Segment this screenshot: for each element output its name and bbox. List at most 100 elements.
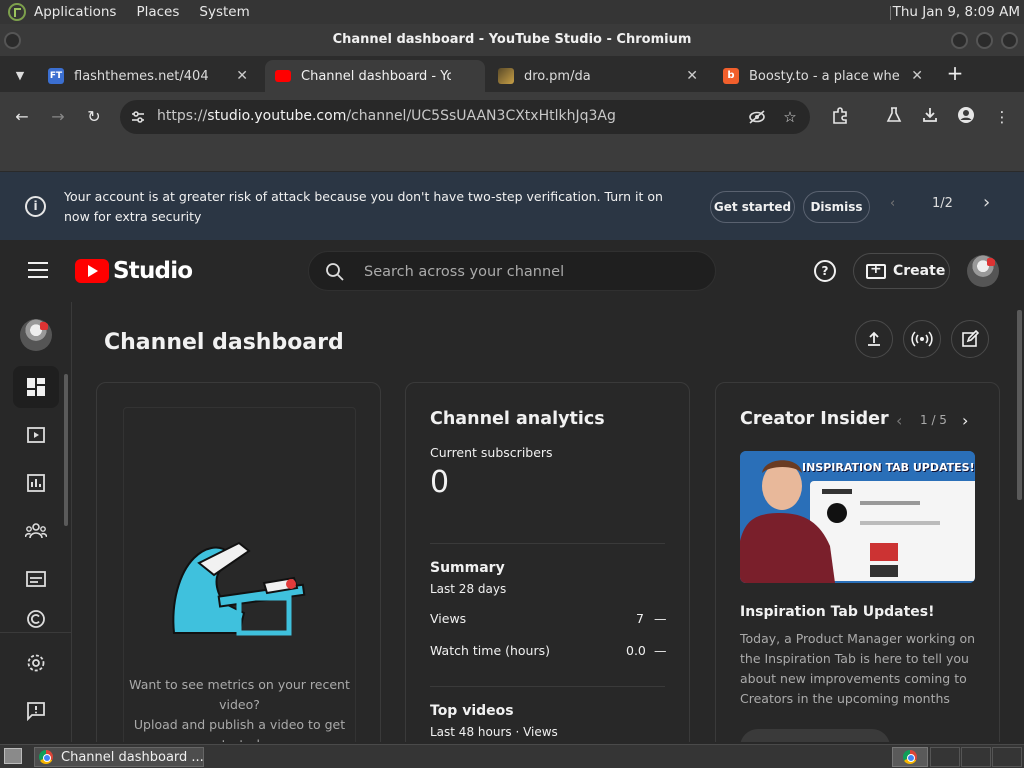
flashthemes-favicon-icon: FT bbox=[48, 68, 64, 84]
tab-boosty[interactable]: b Boosty.to - a place where creators ✕ bbox=[713, 60, 935, 92]
show-desktop-icon[interactable] bbox=[4, 748, 22, 764]
insider-video-title[interactable]: Inspiration Tab Updates! bbox=[740, 604, 934, 620]
profile-icon[interactable] bbox=[955, 106, 977, 128]
tab-label: dro.pm/da bbox=[524, 68, 591, 84]
upload-video-card: Want to see metrics on your recent video… bbox=[96, 382, 381, 742]
forward-arrow-icon[interactable]: → bbox=[47, 106, 69, 128]
close-tab-icon[interactable]: ✕ bbox=[686, 68, 698, 84]
analytics-title: Channel analytics bbox=[430, 409, 605, 429]
watch-on-youtube-button[interactable] bbox=[740, 729, 890, 742]
sidebar-divider bbox=[0, 632, 72, 633]
dismiss-button[interactable]: Dismiss bbox=[803, 191, 870, 223]
sidebar-item-copyright[interactable] bbox=[13, 606, 59, 632]
sidebar-item-subtitles[interactable] bbox=[13, 558, 59, 600]
workspace-3[interactable] bbox=[961, 747, 991, 767]
sidebar-item-community[interactable] bbox=[13, 510, 59, 552]
main-scrollbar[interactable] bbox=[1017, 310, 1022, 500]
search-icon bbox=[326, 263, 344, 281]
os-menu-places[interactable]: Places bbox=[136, 4, 179, 20]
banner-next-icon[interactable]: › bbox=[983, 192, 990, 213]
back-arrow-icon[interactable]: ← bbox=[11, 106, 33, 128]
channel-avatar[interactable] bbox=[20, 319, 52, 351]
divider bbox=[430, 543, 665, 544]
create-post-button[interactable] bbox=[951, 320, 989, 358]
youtube-favicon-icon bbox=[275, 70, 291, 82]
workspace-2[interactable] bbox=[930, 747, 960, 767]
upload-icon bbox=[868, 331, 880, 346]
tab-youtube-studio[interactable]: Channel dashboard - YouTube Studio bbox=[265, 60, 485, 92]
os-taskbar: Channel dashboard ... bbox=[0, 744, 1024, 768]
create-button[interactable]: Create bbox=[853, 253, 950, 289]
browser-menu-icon[interactable]: ⋮ bbox=[991, 106, 1013, 128]
sidebar-scrollbar[interactable] bbox=[64, 374, 68, 526]
insider-next-icon[interactable]: › bbox=[962, 411, 968, 430]
metric-label-watch-time: Watch time (hours) bbox=[430, 643, 551, 658]
summary-title: Summary bbox=[430, 560, 505, 576]
youtube-studio-logo[interactable]: Studio bbox=[75, 257, 193, 285]
window-titlebar: Channel dashboard - YouTube Studio - Chr… bbox=[0, 24, 1024, 56]
sidebar-item-dashboard[interactable] bbox=[13, 366, 59, 408]
top-videos-title: Top videos bbox=[430, 703, 514, 719]
logo-text: Studio bbox=[113, 258, 193, 284]
os-menu-system[interactable]: System bbox=[199, 4, 249, 20]
tab-search-chevron-icon[interactable]: ▼ bbox=[8, 64, 32, 88]
banner-pager: 1/2 bbox=[932, 196, 953, 211]
tab-dro-pm[interactable]: dro.pm/da ✕ bbox=[488, 60, 710, 92]
window-menu-button[interactable] bbox=[4, 32, 21, 49]
url-text[interactable]: https://studio.youtube.com/channel/UC5Ss… bbox=[157, 108, 616, 124]
info-icon: i bbox=[25, 196, 46, 217]
new-tab-button[interactable]: + bbox=[944, 62, 966, 84]
insider-video-thumbnail[interactable]: INSPIRATION TAB UPDATES! bbox=[740, 451, 975, 583]
content-play-icon bbox=[27, 427, 45, 443]
site-settings-icon[interactable] bbox=[130, 109, 146, 125]
workspace-4[interactable] bbox=[992, 747, 1022, 767]
sidebar-item-feedback[interactable] bbox=[13, 690, 59, 732]
workspace-switcher[interactable] bbox=[892, 747, 928, 767]
left-sidebar bbox=[0, 302, 72, 742]
download-icon[interactable] bbox=[919, 106, 941, 128]
get-started-button[interactable]: Get started bbox=[710, 191, 795, 223]
help-icon[interactable]: ? bbox=[814, 260, 836, 282]
thumbnail-caption: INSPIRATION TAB UPDATES! bbox=[802, 461, 975, 474]
close-window-button[interactable] bbox=[1001, 32, 1018, 49]
maximize-button[interactable] bbox=[976, 32, 993, 49]
os-logo-icon[interactable] bbox=[8, 3, 26, 21]
browser-toolbar: ← → ↻ https://studio.youtube.com/channel… bbox=[0, 92, 1024, 142]
taskbar-item-label: Channel dashboard ... bbox=[61, 749, 204, 765]
extensions-icon[interactable] bbox=[829, 106, 851, 128]
upload-button[interactable] bbox=[855, 320, 893, 358]
upload-prompt-line1: Want to see metrics on your recent video… bbox=[129, 677, 350, 712]
upload-prompt: Want to see metrics on your recent video… bbox=[121, 675, 358, 742]
search-box[interactable] bbox=[308, 251, 716, 291]
os-menu-applications[interactable]: Applications bbox=[34, 4, 116, 20]
insider-pager: 1 / 5 bbox=[920, 413, 947, 427]
subscribers-count: 0 bbox=[430, 465, 450, 500]
bookmark-star-icon[interactable]: ☆ bbox=[781, 108, 799, 126]
banner-prev-icon[interactable]: ‹ bbox=[890, 196, 895, 211]
go-live-button[interactable] bbox=[903, 320, 941, 358]
account-avatar[interactable] bbox=[967, 255, 999, 287]
upload-illustration-icon bbox=[172, 541, 306, 636]
sidebar-item-content[interactable] bbox=[13, 414, 59, 456]
insider-prev-icon[interactable]: ‹ bbox=[896, 411, 902, 430]
hamburger-menu-icon[interactable] bbox=[28, 262, 48, 278]
close-tab-icon[interactable]: ✕ bbox=[236, 68, 248, 84]
tab-flashthemes[interactable]: FT flashthemes.net/404 ✕ bbox=[38, 60, 260, 92]
os-clock[interactable]: Thu Jan 9, 8:09 AM bbox=[893, 4, 1020, 20]
taskbar-window-chromium[interactable]: Channel dashboard ... bbox=[34, 747, 204, 767]
tab-label: Boosty.to - a place where creators bbox=[749, 68, 899, 84]
reload-icon[interactable]: ↻ bbox=[83, 106, 105, 128]
metric-trend-views: — bbox=[654, 611, 667, 626]
close-tab-icon[interactable]: ✕ bbox=[911, 68, 923, 84]
create-video-icon bbox=[866, 261, 886, 279]
eye-off-icon[interactable] bbox=[748, 108, 766, 126]
tab-strip: FT flashthemes.net/404 ✕ Channel dashboa… bbox=[0, 56, 1024, 92]
search-input[interactable] bbox=[364, 261, 694, 283]
minimize-button[interactable] bbox=[951, 32, 968, 49]
channel-analytics-card: Channel analytics Current subscribers 0 … bbox=[405, 382, 690, 742]
sidebar-item-settings[interactable] bbox=[13, 642, 59, 684]
labs-flask-icon[interactable] bbox=[883, 106, 905, 128]
address-bar[interactable]: https://studio.youtube.com/channel/UC5Ss… bbox=[120, 100, 810, 134]
metric-trend-watch-time: — bbox=[654, 643, 667, 658]
sidebar-item-analytics[interactable] bbox=[13, 462, 59, 504]
